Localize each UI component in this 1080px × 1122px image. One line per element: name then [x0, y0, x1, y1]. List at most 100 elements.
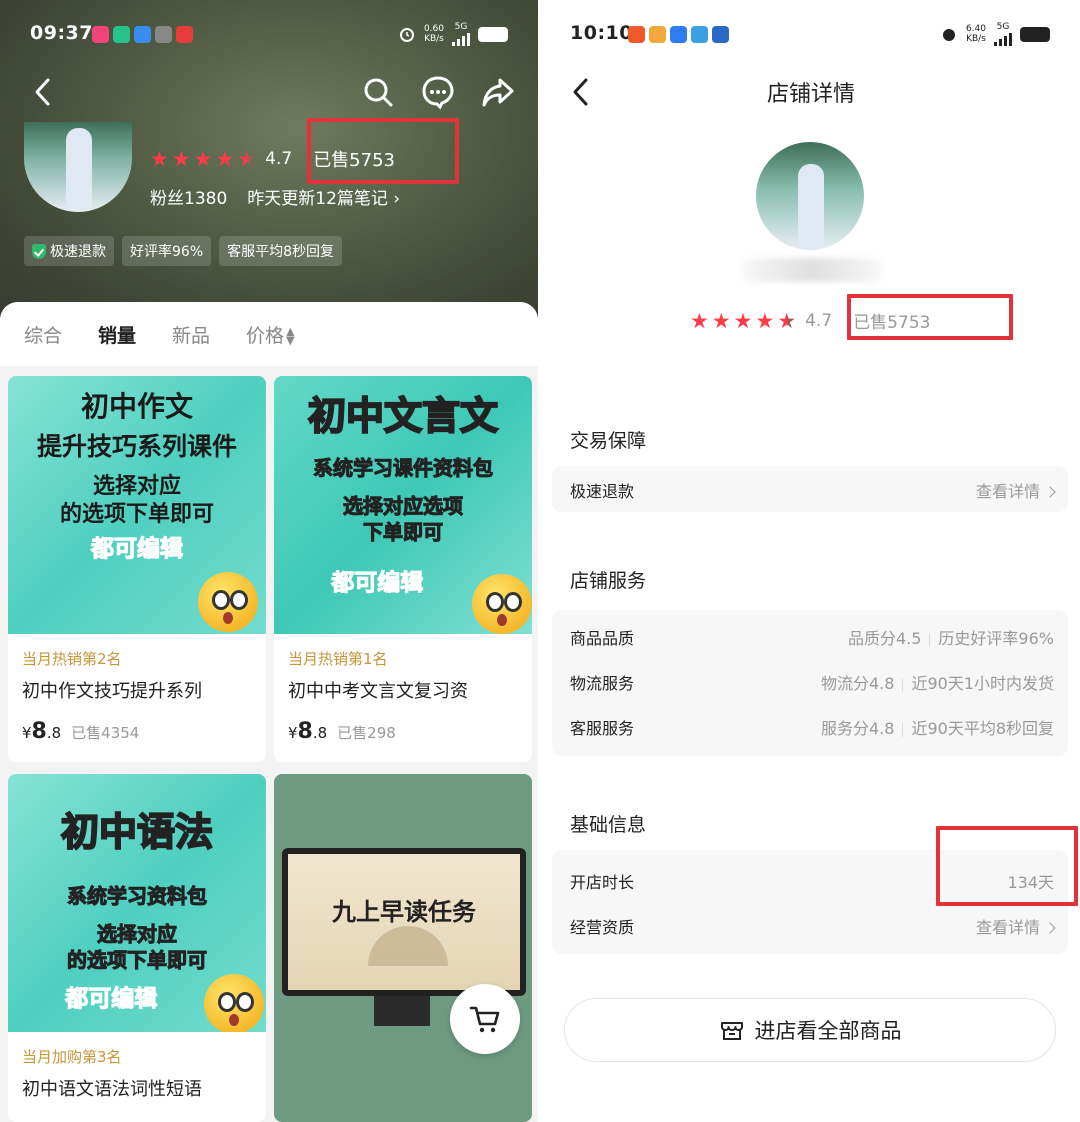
tab-new[interactable]: 新品	[172, 321, 210, 348]
product-title: 初中中考文言文复习资	[288, 681, 468, 702]
star-icon: ★	[690, 308, 709, 333]
notes-update[interactable]: 昨天更新12篇笔记 ›	[247, 184, 400, 209]
product-price: ¥8.8	[288, 719, 327, 744]
alarm-icon	[399, 28, 414, 42]
net-speed-unit: KB/s	[966, 34, 986, 44]
status-bar: 10:10 6.40 KB/s 5G	[542, 0, 1080, 70]
tab-sales[interactable]: 销量	[98, 321, 136, 348]
rating-value: 4.7	[265, 149, 293, 169]
tab-price[interactable]: 价格 ▲ ▼	[246, 321, 294, 348]
thumb-line: 选择对应	[92, 474, 181, 499]
price-line: ¥8.8 已售298	[288, 719, 518, 744]
half-star-icon: ★	[237, 147, 257, 171]
row-value: 物流分4.8 近90天1小时内发货	[821, 670, 1054, 694]
highlight-box	[936, 826, 1078, 906]
thumb-line: 初中文言文	[307, 393, 499, 439]
surprised-face-icon	[198, 572, 258, 632]
enter-shop-button[interactable]: 进店看全部商品	[564, 998, 1056, 1062]
product-card[interactable]: 初中文言文 系统学习课件资料包 选择对应选项 下单即可 都可编辑 当月热销第1名…	[274, 376, 532, 762]
product-sold: 已售298	[337, 724, 396, 742]
product-card[interactable]: 九上早读任务	[274, 774, 532, 1122]
row-label: 商品品质	[570, 629, 635, 648]
thumb-line: 提升技巧系列课件	[36, 432, 237, 461]
thumb-line: 初中作文	[80, 390, 193, 423]
app-notification-icon	[628, 26, 645, 43]
net-speed: 0.60 KB/s	[424, 24, 444, 44]
row-value: 服务分4.8 近90天平均8秒回复	[821, 715, 1054, 739]
app-notification-icon	[691, 26, 708, 43]
monitor-illustration: 九上早读任务	[282, 848, 526, 996]
thumb-line: 下单即可	[363, 520, 444, 545]
row-qualification[interactable]: 经营资质 查看详情	[552, 902, 1068, 947]
product-title: 初中作文技巧提升系列	[22, 681, 202, 702]
price-decimal: .8	[46, 724, 62, 742]
app-notification-icon	[649, 26, 666, 43]
score-text: 品质分4.5	[847, 629, 922, 648]
signal-icon	[994, 32, 1012, 46]
top-nav: 店铺详情	[542, 66, 1080, 116]
chevron-right-icon	[1044, 485, 1056, 498]
thumb-line: 都可编辑	[331, 570, 424, 597]
thumb-line: 都可编辑	[65, 986, 158, 1013]
status-bar: 09:37 0.60 KB/s 5G	[0, 0, 538, 70]
thumb-line: 都可编辑	[91, 536, 184, 563]
net-speed: 6.40 KB/s	[966, 24, 986, 44]
product-sold: 已售4354	[71, 724, 140, 742]
row-label: 开店时长	[570, 873, 635, 892]
star-icon: ★	[193, 147, 213, 171]
row-label: 极速退款	[570, 482, 635, 501]
price-line: ¥8.8 已售4354	[22, 719, 252, 744]
half-star-icon: ★	[777, 308, 797, 333]
thumb-line: 九上早读任务	[332, 896, 476, 926]
badge-label: 好评率96%	[130, 244, 204, 260]
product-price: ¥8.8	[22, 719, 61, 744]
score-text: 服务分4.8	[821, 719, 895, 738]
notes-update-text: 昨天更新12篇笔记	[247, 189, 388, 209]
product-card[interactable]: 初中语法 系统学习资料包 选择对应 的选项下单即可 都可编辑 当月加购第3名 初…	[8, 774, 266, 1122]
net-speed-unit: KB/s	[424, 34, 444, 44]
sales-rank: 当月热销第1名	[288, 650, 388, 668]
add-to-cart-button[interactable]	[450, 984, 520, 1054]
product-image: 初中作文 提升技巧系列课件 选择对应 的选项下单即可 都可编辑	[8, 376, 266, 634]
status-time: 10:10	[570, 22, 633, 44]
back-arrow-icon[interactable]	[26, 74, 62, 110]
product-image: 初中语法 系统学习资料包 选择对应 的选项下单即可 都可编辑	[8, 774, 266, 1032]
product-image: 初中文言文 系统学习课件资料包 选择对应选项 下单即可 都可编辑	[274, 376, 532, 634]
tab-overall[interactable]: 综合	[24, 321, 62, 348]
product-card[interactable]: 初中作文 提升技巧系列课件 选择对应 的选项下单即可 都可编辑 当月热销第2名 …	[8, 376, 266, 762]
sales-rank: 当月加购第3名	[22, 1048, 122, 1066]
star-icon: ★	[171, 147, 191, 171]
shop-badges: 极速退款 好评率96% 客服平均8秒回复	[24, 236, 343, 266]
app-notification-icon	[113, 26, 130, 43]
shop-detail-screen: 10:10 6.40 KB/s 5G 店铺详情 ★ ★ ★ ★ ★ 4.7 已售…	[542, 0, 1080, 1122]
row-fast-refund[interactable]: 极速退款 查看详情	[552, 466, 1068, 511]
share-icon[interactable]	[480, 74, 516, 110]
shield-check-icon	[32, 243, 46, 259]
star-icon: ★	[711, 308, 731, 333]
search-icon[interactable]	[360, 74, 396, 110]
enter-shop-label: 进店看全部商品	[754, 1019, 902, 1043]
detail-text: 历史好评率96%	[938, 629, 1054, 648]
surprised-face-icon	[472, 574, 532, 634]
chevron-right-icon	[1044, 921, 1056, 934]
app-notification-icon	[92, 26, 109, 43]
detail-text: 近90天1小时内发货	[911, 674, 1054, 693]
row-label: 经营资质	[570, 918, 635, 937]
rating-value: 4.7	[805, 310, 833, 331]
star-icon: ★	[215, 147, 235, 171]
row-value: 品质分4.5 历史好评率96%	[848, 625, 1054, 649]
thumb-line: 选择对应选项	[343, 494, 464, 519]
currency-symbol: ¥	[22, 724, 32, 742]
notification-icons	[628, 26, 729, 43]
status-time: 09:37	[30, 22, 93, 44]
chat-icon[interactable]	[420, 74, 456, 110]
view-details-link[interactable]: 查看详情	[976, 482, 1040, 501]
highlight-box	[307, 118, 459, 184]
star-icon: ★	[755, 308, 775, 333]
star-icon: ★	[150, 147, 169, 171]
tab-price-label: 价格	[246, 324, 285, 347]
shop-icon	[720, 1022, 743, 1040]
network-type: 5G	[454, 22, 468, 32]
view-details-link[interactable]: 查看详情	[976, 918, 1040, 937]
product-title: 初中语文语法词性短语	[22, 1079, 202, 1100]
